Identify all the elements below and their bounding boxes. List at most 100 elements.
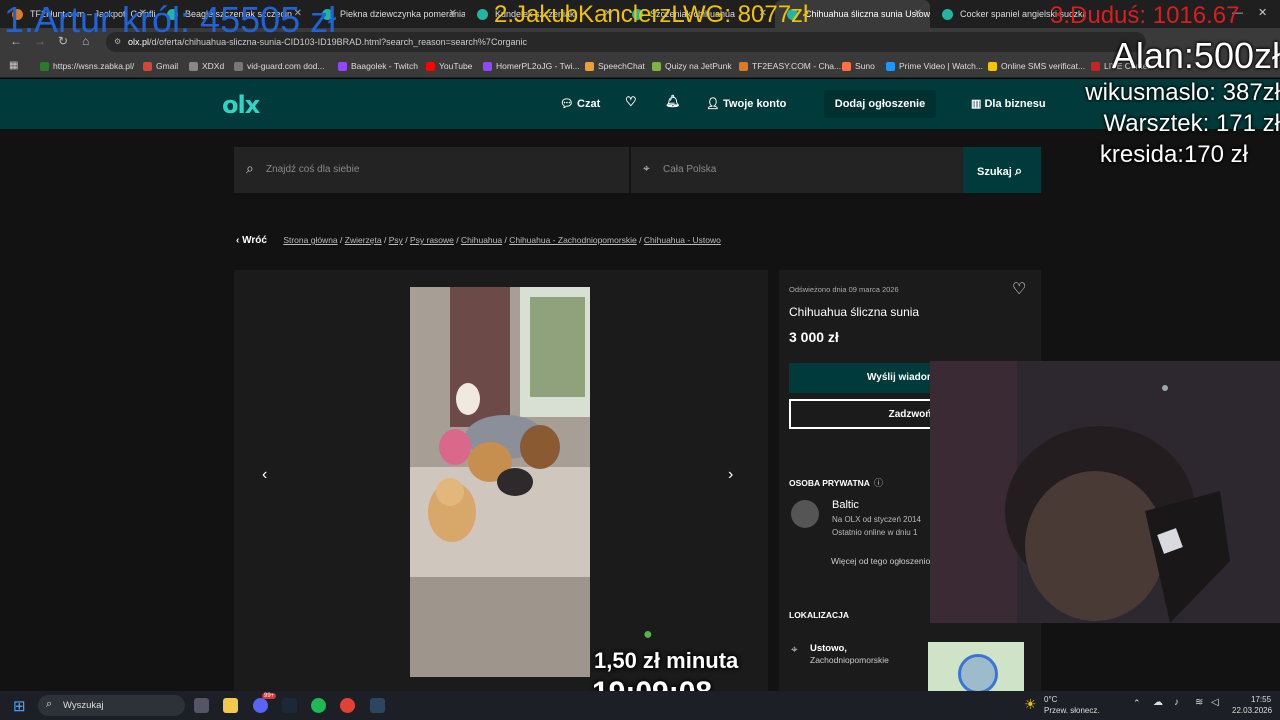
location-region: Zachodniopomorskie — [810, 655, 889, 665]
search-button[interactable]: Szukaj ⌕ — [963, 147, 1041, 193]
mic-icon[interactable]: ♪ — [1174, 697, 1179, 708]
breadcrumb-item[interactable]: Psy — [389, 235, 403, 245]
location-header: LOKALIZACJA — [789, 610, 849, 620]
search-placeholder: Znajdź coś dla siebie — [266, 164, 360, 175]
bookmark-prime-video[interactable]: Prime Video | Watch... — [886, 61, 983, 71]
recent-donation: kresida:170 zł — [1099, 141, 1248, 168]
bookmark-vid-guard[interactable]: vid-guard.com dod... — [234, 61, 324, 71]
seller-name[interactable]: Baltic — [832, 499, 859, 511]
breadcrumb-item[interactable]: Chihuahua - Ustowo — [644, 235, 721, 245]
bookmark-speechchat[interactable]: SpeechChat — [585, 61, 645, 71]
seller-last-online: Ostatnio online w dniu 1 — [832, 528, 918, 537]
seller-since: Na OLX od styczeń 2014 — [832, 515, 921, 524]
heart-icon[interactable]: ♡ — [625, 94, 637, 110]
bookmark-jetpunk[interactable]: Quizy na JetPunk — [652, 61, 732, 71]
spotify-icon[interactable] — [311, 698, 326, 713]
olx-logo[interactable]: olx — [222, 91, 260, 119]
photo-gallery: ‹ › — [234, 270, 768, 691]
recent-donation: Warsztek: 171 zł — [1103, 110, 1280, 137]
clock-time[interactable]: 17:55 — [1251, 695, 1271, 704]
breadcrumb-item[interactable]: Psy rasowe — [410, 235, 454, 245]
back-label: Wróć — [242, 235, 267, 246]
search-button-label: Szukaj — [977, 166, 1012, 178]
breadcrumb-item[interactable]: Strona główna — [283, 235, 337, 245]
close-icon[interactable]: ✕ — [449, 8, 457, 19]
tray-chevron-icon[interactable]: ⌃ — [1133, 698, 1141, 709]
bookmark-suno[interactable]: Suno — [842, 61, 875, 71]
bookmark-zabka[interactable]: https://wsns.zabka.pl/ — [40, 61, 134, 71]
pepe-emote-icon: ● — [643, 626, 653, 643]
info-icon[interactable]: ⓘ — [874, 476, 883, 489]
favorite-heart-icon[interactable]: ♡ — [1012, 279, 1026, 299]
seller-type: OSOBA PRYWATNA — [789, 478, 870, 488]
dog-photo-illustration — [410, 287, 590, 677]
listing-photo[interactable] — [410, 287, 590, 677]
location-input[interactable]: ⌖ Cała Polska — [631, 147, 963, 193]
location-pin-icon: ⌖ — [791, 642, 798, 656]
bookmark-xdxd[interactable]: XDXd — [189, 61, 224, 71]
gallery-prev-icon[interactable]: ‹ — [262, 466, 267, 484]
notification-badge: 99+ — [262, 693, 277, 699]
business-label: Dla biznesu — [984, 98, 1046, 110]
business-link[interactable]: ▥ Dla biznesu — [971, 97, 1046, 110]
tab-label: Piekna dziewczynka pomerania — [340, 9, 465, 19]
account-label: Twoje konto — [723, 98, 787, 110]
wifi-icon[interactable]: ≋ — [1195, 697, 1203, 708]
top-donor-3: 3.Duduś: 1016.67 — [1050, 2, 1240, 29]
window-close-icon[interactable]: ✕ — [1258, 6, 1267, 19]
tab-favicon-icon — [942, 9, 953, 20]
breadcrumb-item[interactable]: Zwierzęta — [345, 235, 382, 245]
gallery-next-icon[interactable]: › — [728, 466, 733, 484]
apps-grid-icon[interactable]: ▦ — [9, 60, 18, 71]
account-link[interactable]: 👤︎ Twoje konto — [706, 97, 786, 110]
discord-icon[interactable] — [253, 698, 268, 713]
chat-label: Czat — [577, 98, 601, 110]
top-donor-1: 1.Artur król: 45505 zł — [4, 0, 337, 40]
close-icon[interactable]: ✕ — [914, 8, 922, 19]
windows-start-icon[interactable]: ⊞ — [13, 697, 26, 715]
windows-taskbar: ⊞ ⌕ Wyszukaj 99+ ☀ 0°C Przew. słonecz. ⌃… — [0, 691, 1280, 720]
file-explorer-icon[interactable] — [223, 698, 238, 713]
clock-date[interactable]: 22.03.2026 — [1232, 706, 1272, 715]
recent-donation: Alan:500zł — [1111, 35, 1280, 76]
weather-temp: 0°C — [1044, 695, 1058, 704]
bookmark-youtube[interactable]: YouTube — [426, 61, 472, 71]
recent-donations: Alan:500zł wikusmaslo: 387zł Warsztek: 1… — [1040, 34, 1280, 170]
taskbar-search[interactable]: ⌕ Wyszukaj — [38, 695, 185, 716]
breadcrumb-item[interactable]: Chihuahua - Zachodniopomorskie — [509, 235, 637, 245]
webcam-overlay — [930, 361, 1280, 623]
search-row: ⌕ Znajdź coś dla siebie ⌖ Cała Polska Sz… — [234, 147, 1041, 193]
add-listing-button[interactable]: Dodaj ogłoszenie — [824, 90, 936, 118]
location-city: Ustowo, — [810, 643, 847, 654]
steam-secondary-icon[interactable] — [370, 698, 385, 713]
recent-donation: wikusmaslo: 387zł — [1085, 79, 1280, 106]
bell-icon[interactable]: 🔔︎ — [665, 94, 680, 108]
webcam-person-illustration — [930, 361, 1280, 623]
chat-link[interactable]: 💬︎ Czat — [560, 97, 600, 110]
stream-rate: 1,50 zł minuta — [594, 648, 739, 673]
cloud-icon[interactable]: ☁ — [1153, 697, 1163, 708]
search-icon: ⌕ — [46, 698, 53, 710]
bookmark-gmail[interactable]: Gmail — [143, 61, 178, 71]
task-view-icon[interactable] — [194, 698, 209, 713]
volume-icon[interactable]: ◁ — [1211, 697, 1219, 708]
breadcrumb-item[interactable]: Chihuahua — [461, 235, 502, 245]
steam-icon[interactable] — [282, 698, 297, 713]
tab-favicon-icon — [477, 9, 488, 20]
location-map[interactable] — [928, 642, 1024, 691]
search-icon: ⌕ — [1014, 163, 1023, 178]
listing-price: 3 000 zł — [789, 329, 839, 345]
location-pin-icon: ⌖ — [643, 161, 650, 175]
user-icon: 👤︎ — [706, 98, 720, 110]
bookmark-twitch-homer[interactable]: HomerPL2oJG - Twi... — [483, 61, 579, 71]
avatar — [791, 500, 819, 528]
bookmark-tf2easy[interactable]: TF2EASY.COM - Cha... — [739, 61, 841, 71]
search-input[interactable]: ⌕ Znajdź coś dla siebie — [234, 147, 629, 193]
bookmark-twitch-baagolek[interactable]: Baagolek - Twitch — [338, 61, 418, 71]
back-link[interactable]: ‹ Wróć — [236, 235, 267, 246]
top-donor-2: 2.JakubKanclerzLWG: 8077zł — [494, 1, 809, 28]
breadcrumb: ‹ Wróć Strona główna / Zwierzęta / Psy /… — [236, 235, 721, 246]
chrome-icon[interactable] — [340, 698, 355, 713]
weather-sun-icon[interactable]: ☀ — [1024, 696, 1037, 713]
weather-desc: Przew. słonecz. — [1044, 706, 1100, 715]
